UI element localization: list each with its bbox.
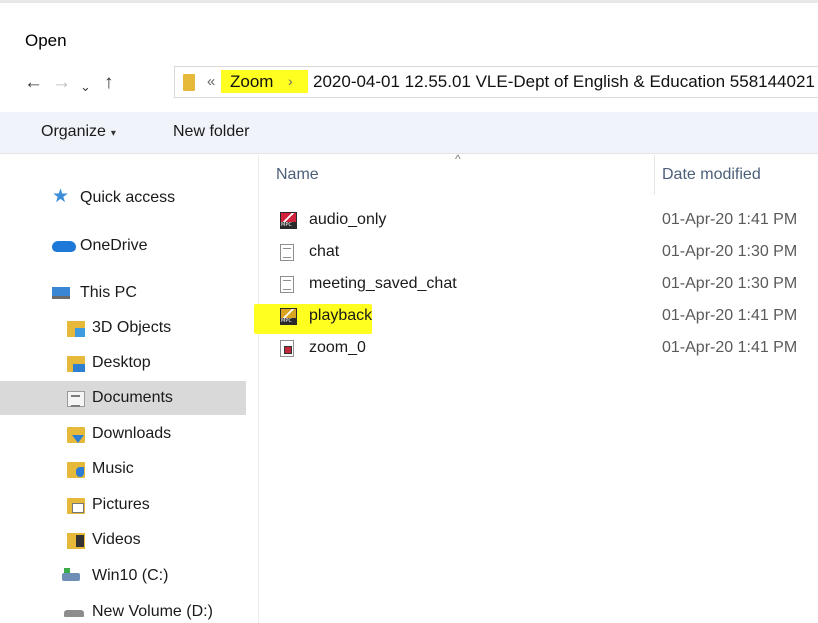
organize-button[interactable]: Organize ▾ [41, 123, 116, 141]
column-header-name[interactable]: Name [276, 166, 319, 184]
file-name: zoom_0 [309, 339, 366, 356]
breadcrumb[interactable]: « Zoom › 2020-04-01 12.55.01 VLE-Dept of… [174, 66, 818, 98]
sort-ascending-icon: ^ [455, 152, 461, 166]
sidebar-item-label: Desktop [92, 354, 151, 371]
media-file-icon [280, 212, 297, 229]
sidebar-item-win10-drive[interactable]: Win10 (C:) [0, 559, 246, 593]
audio-file-icon [280, 340, 294, 357]
downloads-folder-icon [67, 427, 85, 443]
sidebar-item-videos[interactable]: Videos [0, 523, 246, 557]
sidebar-item-this-pc[interactable]: This PC [0, 276, 246, 310]
column-header-date-modified[interactable]: Date modified [662, 166, 761, 184]
sidebar-item-label: Win10 (C:) [92, 567, 169, 584]
cloud-icon [52, 241, 76, 252]
computer-icon [52, 287, 70, 299]
sidebar-item-label: 3D Objects [92, 319, 172, 336]
folder-icon [183, 74, 195, 91]
file-date-modified: 01-Apr-20 1:41 PM [662, 211, 798, 228]
command-toolbar [0, 112, 818, 154]
recent-locations-chevron-icon[interactable]: ⌄ [80, 75, 91, 99]
file-row-zoom-0[interactable]: zoom_0 01-Apr-20 1:41 PM [259, 333, 818, 365]
sidebar-item-label: Downloads [92, 425, 172, 442]
column-resize-handle[interactable] [654, 155, 655, 195]
forward-arrow-icon[interactable]: → [52, 71, 71, 95]
file-name: chat [309, 243, 340, 260]
sidebar-item-label: New Volume (D:) [92, 603, 213, 620]
file-name: audio_only [309, 211, 387, 228]
file-name: playback [309, 307, 373, 324]
sidebar-item-downloads[interactable]: Downloads [0, 417, 246, 451]
videos-folder-icon [67, 533, 85, 549]
sidebar-item-documents[interactable]: Documents [0, 381, 246, 415]
file-date-modified: 01-Apr-20 1:41 PM [662, 339, 798, 356]
chevron-down-icon: ▾ [110, 128, 116, 139]
breadcrumb-overflow-chevron-icon[interactable]: « [207, 73, 215, 90]
new-folder-button[interactable]: New folder [173, 123, 249, 141]
sidebar-item-desktop[interactable]: Desktop [0, 346, 246, 380]
sidebar-item-label: Pictures [92, 496, 150, 513]
sidebar-item-3d-objects[interactable]: 3D Objects [0, 311, 246, 345]
file-name: meeting_saved_chat [309, 275, 457, 292]
windows-drive-icon [62, 568, 80, 581]
sidebar-item-label: OneDrive [80, 237, 148, 254]
pictures-folder-icon [67, 498, 85, 514]
navigation-pane: ★ Quick access OneDrive This PC 3D Objec… [0, 155, 258, 623]
file-row-audio-only[interactable]: audio_only 01-Apr-20 1:41 PM [259, 205, 818, 237]
sidebar-item-new-volume-drive[interactable]: New Volume (D:) [0, 595, 246, 623]
sidebar-item-label: Documents [92, 389, 173, 406]
music-folder-icon [67, 462, 85, 478]
text-file-icon [280, 244, 294, 261]
sidebar-item-music[interactable]: Music [0, 452, 246, 486]
sidebar-item-quick-access[interactable]: ★ Quick access [0, 181, 246, 215]
sidebar-item-pictures[interactable]: Pictures [0, 488, 246, 522]
file-row-chat[interactable]: chat 01-Apr-20 1:30 PM [259, 237, 818, 269]
file-date-modified: 01-Apr-20 1:30 PM [662, 275, 798, 292]
file-row-meeting-saved-chat[interactable]: meeting_saved_chat 01-Apr-20 1:30 PM [259, 269, 818, 301]
up-arrow-icon[interactable]: ↑ [104, 71, 114, 95]
drive-icon [64, 610, 84, 617]
3d-objects-folder-icon [67, 321, 85, 337]
breadcrumb-item-current-folder[interactable]: 2020-04-01 12.55.01 VLE-Dept of English … [313, 72, 815, 92]
sidebar-item-label: This PC [80, 284, 137, 301]
breadcrumb-item-zoom[interactable]: Zoom [230, 72, 273, 92]
text-file-icon [280, 276, 294, 293]
documents-folder-icon [67, 391, 85, 407]
desktop-folder-icon [67, 356, 85, 372]
star-icon: ★ [52, 186, 70, 207]
media-file-icon [280, 308, 297, 325]
organize-label: Organize [41, 123, 106, 140]
file-date-modified: 01-Apr-20 1:41 PM [662, 307, 798, 324]
file-row-playback[interactable]: playback 01-Apr-20 1:41 PM [259, 301, 818, 333]
title-bar: Open [0, 0, 818, 62]
breadcrumb-separator-chevron-icon[interactable]: › [288, 73, 293, 89]
file-date-modified: 01-Apr-20 1:30 PM [662, 243, 798, 260]
sidebar-item-label: Videos [92, 531, 141, 548]
sidebar-item-onedrive[interactable]: OneDrive [0, 229, 246, 263]
window-title: Open [25, 31, 67, 50]
sidebar-item-label: Quick access [80, 189, 176, 206]
back-arrow-icon[interactable]: ← [24, 71, 43, 95]
sidebar-item-label: Music [92, 460, 134, 477]
